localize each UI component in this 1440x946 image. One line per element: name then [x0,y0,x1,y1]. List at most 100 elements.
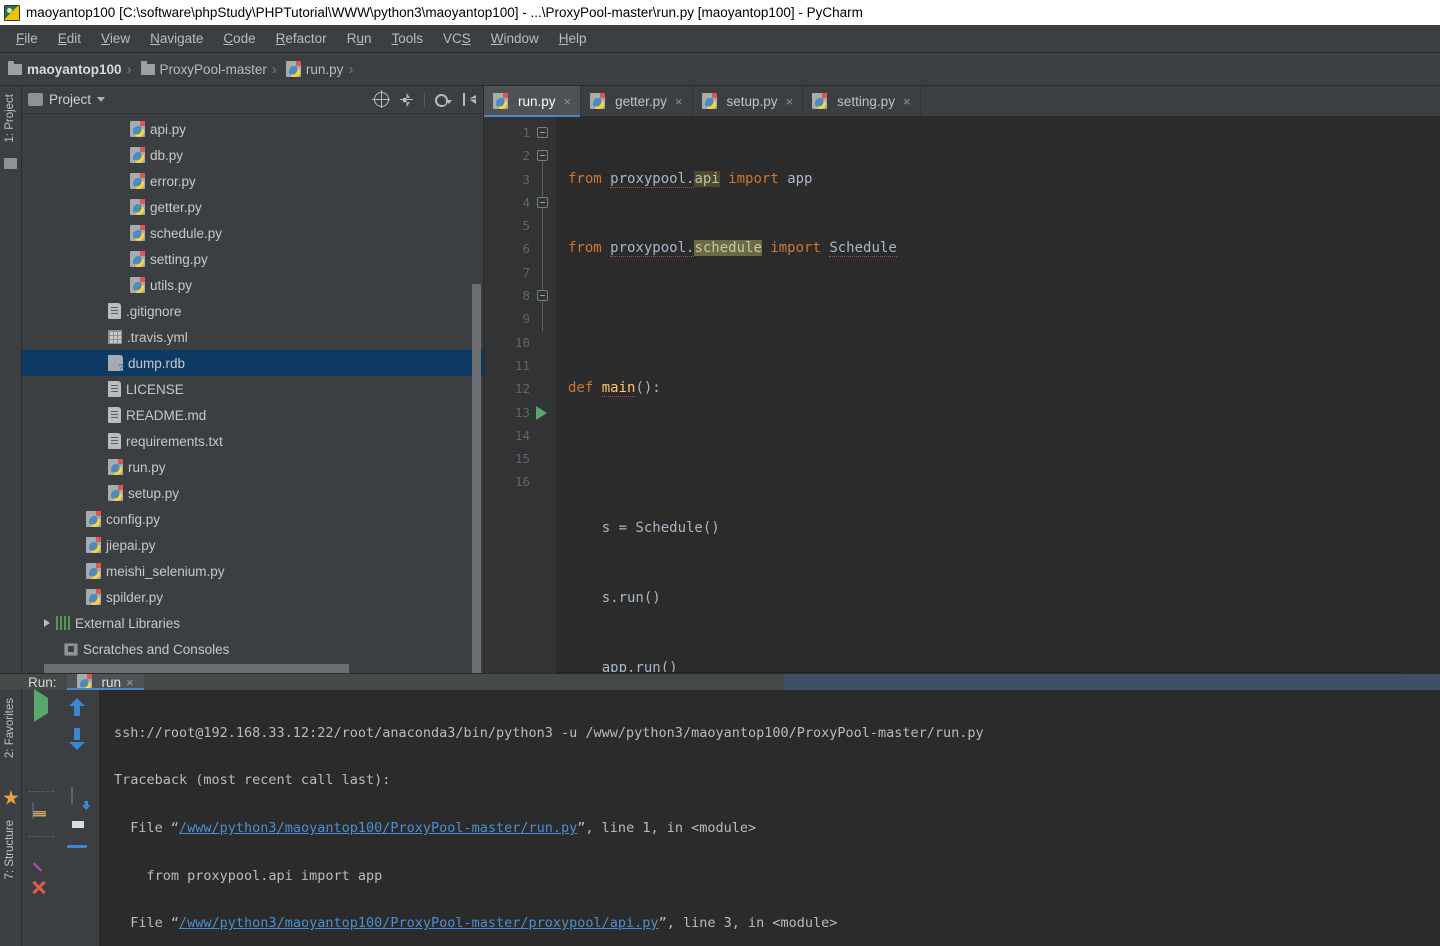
tree-item-setting[interactable]: setting.py [22,246,483,272]
left-tool-strip: 1: Project [0,86,22,673]
tree-item-label: External Libraries [75,615,181,631]
tree-item-schedule[interactable]: schedule.py [22,220,483,246]
tab-setup-py[interactable]: setup.py × [693,86,804,116]
menu-item-help[interactable]: Help [549,28,597,49]
close-icon[interactable]: × [903,94,911,109]
collapse-all-icon[interactable] [399,92,414,107]
python-file-icon [86,537,101,553]
scroll-down-icon[interactable] [69,728,91,750]
rerun-play-icon[interactable] [30,689,52,722]
soft-wrap-icon[interactable] [69,758,91,780]
fold-marker-import2[interactable] [537,150,548,161]
console-file-link[interactable]: /www/python3/maoyantop100/ProxyPool-mast… [179,915,659,931]
menu-item-window[interactable]: Window [481,28,549,49]
menu-item-run[interactable]: Run [337,28,382,49]
python-file-icon [108,459,123,475]
tree-item-scratches-and-consoles[interactable]: Scratches and Consoles [22,636,483,662]
close-icon[interactable]: × [126,675,134,690]
fold-column[interactable] [530,121,556,673]
expand-arrow-icon[interactable] [44,619,50,627]
breadcrumb-item-folder[interactable]: ProxyPool-master › [139,60,284,78]
run-tab-run[interactable]: run × [66,674,144,690]
tree-item-utils[interactable]: utils.py [22,272,483,298]
tree-item-jiepai[interactable]: jiepai.py [22,532,483,558]
close-icon[interactable]: × [564,94,572,109]
pin-icon[interactable] [30,848,52,870]
menu-item-vcs[interactable]: VCS [433,28,481,49]
console-icon[interactable] [30,802,52,825]
console-file-link[interactable]: /www/python3/maoyantop100/ProxyPool-mast… [179,820,577,836]
editor-gutter[interactable]: 1 2 3 4 5 6 7 8 9 10 11 12 13 14 15 16 [484,117,556,673]
project-tree[interactable]: api.py db.py error.py getter.py schedule… [22,114,483,673]
close-icon[interactable]: × [786,94,794,109]
tree-item-spilder[interactable]: spilder.py [22,584,483,610]
tree-item-run[interactable]: run.py [22,454,483,480]
tree-item-label: LICENSE [126,381,184,397]
menu-item-edit[interactable]: Edit [48,28,91,49]
settings-gear-icon[interactable] [435,93,448,107]
tree-item-db[interactable]: db.py [22,142,483,168]
menu-item-view[interactable]: View [91,28,140,49]
tree-item-label: schedule.py [150,225,223,241]
sidebar-item-project[interactable]: 1: Project [4,94,16,143]
menu-item-refactor[interactable]: Refactor [266,28,337,49]
yaml-file-icon [108,330,122,344]
breadcrumb-item-project[interactable]: maoyantop100 › [6,60,139,78]
tab-setting-py[interactable]: setting.py × [803,86,921,116]
chevron-down-icon[interactable] [97,97,106,102]
close-x-icon[interactable] [30,878,52,900]
tree-item-label: .gitignore [126,303,182,319]
tree-item-setup[interactable]: setup.py [22,480,483,506]
stop-icon[interactable] [30,728,52,750]
fold-marker-end[interactable] [537,290,548,301]
trash-icon[interactable] [69,848,91,870]
menu-item-navigate[interactable]: Navigate [140,28,213,49]
run-tab-label: run [101,674,122,690]
locate-target-icon[interactable] [372,90,390,108]
tree-item-label: requirements.txt [126,433,223,449]
tree-item-license[interactable]: LICENSE [22,376,483,402]
tree-item-external-libraries[interactable]: External Libraries [22,610,483,636]
project-tree-horizontal-scrollbar[interactable] [44,664,349,673]
close-icon[interactable]: × [675,94,683,109]
menu-item-file[interactable]: File [6,28,48,49]
tree-item-dump-rdb[interactable]: dump.rdb [22,350,483,376]
tree-item-meishi-selenium[interactable]: meishi_selenium.py [22,558,483,584]
export-icon[interactable] [69,787,91,810]
unknown-file-icon [108,355,124,374]
tree-item-requirements[interactable]: requirements.txt [22,428,483,454]
run-gutter-icon[interactable] [536,406,547,420]
tree-item-readme[interactable]: README.md [22,402,483,428]
tree-item-error[interactable]: error.py [22,168,483,194]
pause-icon[interactable] [30,758,52,780]
tab-getter-py[interactable]: getter.py × [581,86,693,116]
menu-item-code[interactable]: Code [213,28,265,49]
print-icon[interactable] [69,818,91,840]
tree-item-getter[interactable]: getter.py [22,194,483,220]
sidebar-item-favorites[interactable]: 2: Favorites [4,698,16,758]
bottom-tool-strip: 2: Favorites 7: Structure [0,690,22,946]
tree-item-config[interactable]: config.py [22,506,483,532]
menu-item-tools[interactable]: Tools [381,28,433,49]
breadcrumb-item-file[interactable]: run.py › [284,61,361,78]
tree-item-api[interactable]: api.py [22,116,483,142]
tab-label: setup.py [726,93,778,109]
code-content[interactable]: from proxypool.api import app from proxy… [556,117,1404,673]
python-file-icon [108,485,123,501]
editor-bottom-edge [556,672,1404,673]
tree-item-travis[interactable]: .travis.yml [22,324,483,350]
fold-marker-main-def[interactable] [537,197,548,208]
hide-panel-icon[interactable] [462,92,477,107]
code-editor[interactable]: 1 2 3 4 5 6 7 8 9 10 11 12 13 14 15 16 f… [484,117,1440,673]
run-console-output[interactable]: ssh://root@192.168.33.12:22/root/anacond… [100,690,1440,946]
fold-marker-imports[interactable] [537,127,548,138]
text-file-icon [108,303,121,319]
tree-item-label: getter.py [150,199,202,215]
scroll-up-icon[interactable] [69,698,91,720]
sidebar-item-structure[interactable]: 7: Structure [4,820,16,879]
tab-run-py[interactable]: run.py × [484,86,582,117]
project-tree-vertical-scrollbar[interactable] [472,284,481,673]
tree-item-label: error.py [150,173,196,189]
tree-item-gitignore[interactable]: .gitignore [22,298,483,324]
